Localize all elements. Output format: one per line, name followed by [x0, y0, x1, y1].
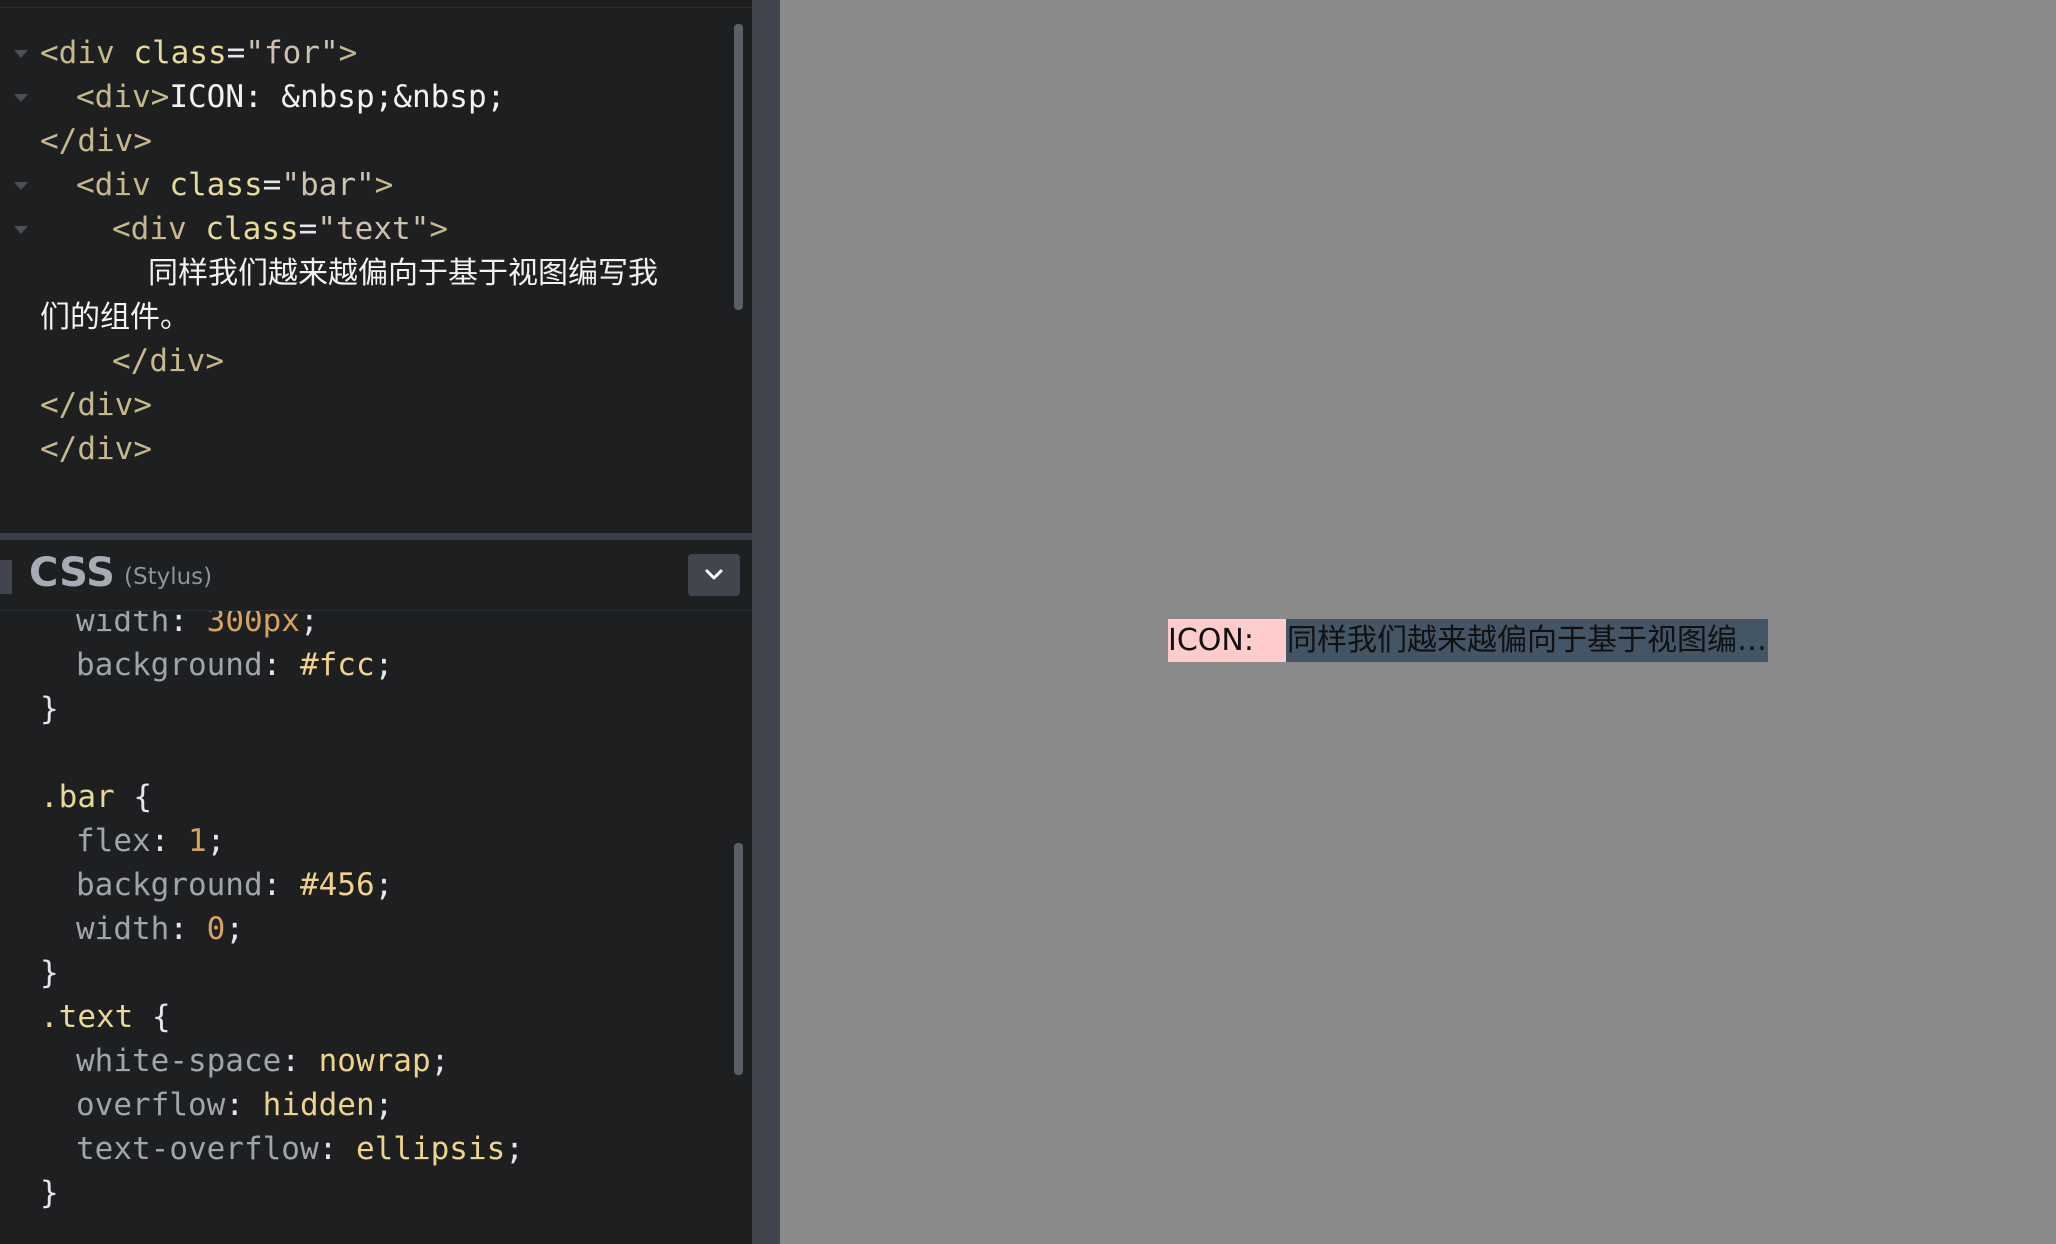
- pane-tab-mark: [0, 560, 12, 594]
- ellipsis-text: 同样我们越来越偏向于基于视图编写我们的组件。: [1287, 623, 1768, 658]
- fold-arrow-icon[interactable]: [14, 94, 28, 102]
- app-root: <div class="for"> <div>ICON: &nbsp;&nbsp…: [0, 0, 2056, 1244]
- html-pane-header: [0, 0, 752, 8]
- text-bar: 同样我们越来越偏向于基于视图编写我们的组件。: [1286, 619, 1768, 662]
- html-line-7: 们的组件。: [40, 300, 190, 335]
- css-line-13: text-overflow: ellipsis;: [76, 1131, 524, 1167]
- css-line-7: background: #456;: [76, 867, 394, 903]
- html-line-1: <div class="for">: [40, 35, 358, 71]
- html-line-4: <div class="bar">: [76, 167, 394, 203]
- css-pane-title: CSS: [29, 550, 115, 596]
- fold-arrow-icon[interactable]: [14, 50, 28, 58]
- html-line-10: </div>: [40, 431, 152, 467]
- css-line-11: white-space: nowrap;: [76, 1043, 450, 1079]
- css-line-14: }: [40, 1175, 59, 1211]
- fold-arrow-icon[interactable]: [14, 182, 28, 190]
- fold-arrow-icon[interactable]: [14, 226, 28, 234]
- css-line-9: }: [40, 955, 59, 991]
- css-line-6: flex: 1;: [76, 823, 226, 859]
- editor-preview-divider[interactable]: [752, 0, 780, 1244]
- css-line-12: overflow: hidden;: [76, 1087, 394, 1123]
- html-line-6: 同样我们越来越偏向于基于视图编写我: [148, 256, 658, 291]
- chevron-down-icon: [705, 569, 723, 580]
- html-line-5: <div class="text">: [112, 211, 448, 247]
- html-scrollbar[interactable]: [734, 24, 743, 310]
- css-pane-header: CSS (Stylus): [0, 540, 752, 611]
- css-line-10: .text {: [40, 999, 171, 1035]
- html-line-8: </div>: [112, 343, 224, 379]
- css-pane-subtitle: (Stylus): [124, 564, 213, 590]
- preview-pane: ICON: 同样我们越来越偏向于基于视图编写我们的组件。: [780, 0, 2056, 1244]
- css-line-8: width: 0;: [76, 911, 244, 947]
- css-line-1: width: 300px;: [76, 611, 319, 639]
- css-line-5: .bar {: [40, 779, 152, 815]
- css-scrollbar[interactable]: [734, 843, 743, 1075]
- css-code-area[interactable]: width: 300px; background: #fcc; } .bar {…: [0, 611, 752, 1244]
- html-line-2: <div>ICON: &nbsp;&nbsp;: [76, 79, 506, 115]
- css-line-3: }: [40, 691, 59, 727]
- editor-column: <div class="for"> <div>ICON: &nbsp;&nbsp…: [0, 0, 752, 1244]
- html-line-9: </div>: [40, 387, 152, 423]
- demo-row: ICON: 同样我们越来越偏向于基于视图编写我们的组件。: [1168, 619, 1768, 662]
- html-code-area[interactable]: <div class="for"> <div>ICON: &nbsp;&nbsp…: [0, 0, 752, 532]
- html-line-3: </div>: [40, 123, 152, 159]
- pane-resize-handle[interactable]: [0, 533, 752, 540]
- icon-label: ICON:: [1168, 619, 1286, 662]
- collapse-css-button[interactable]: [688, 554, 740, 596]
- css-line-2: background: #fcc;: [76, 647, 394, 683]
